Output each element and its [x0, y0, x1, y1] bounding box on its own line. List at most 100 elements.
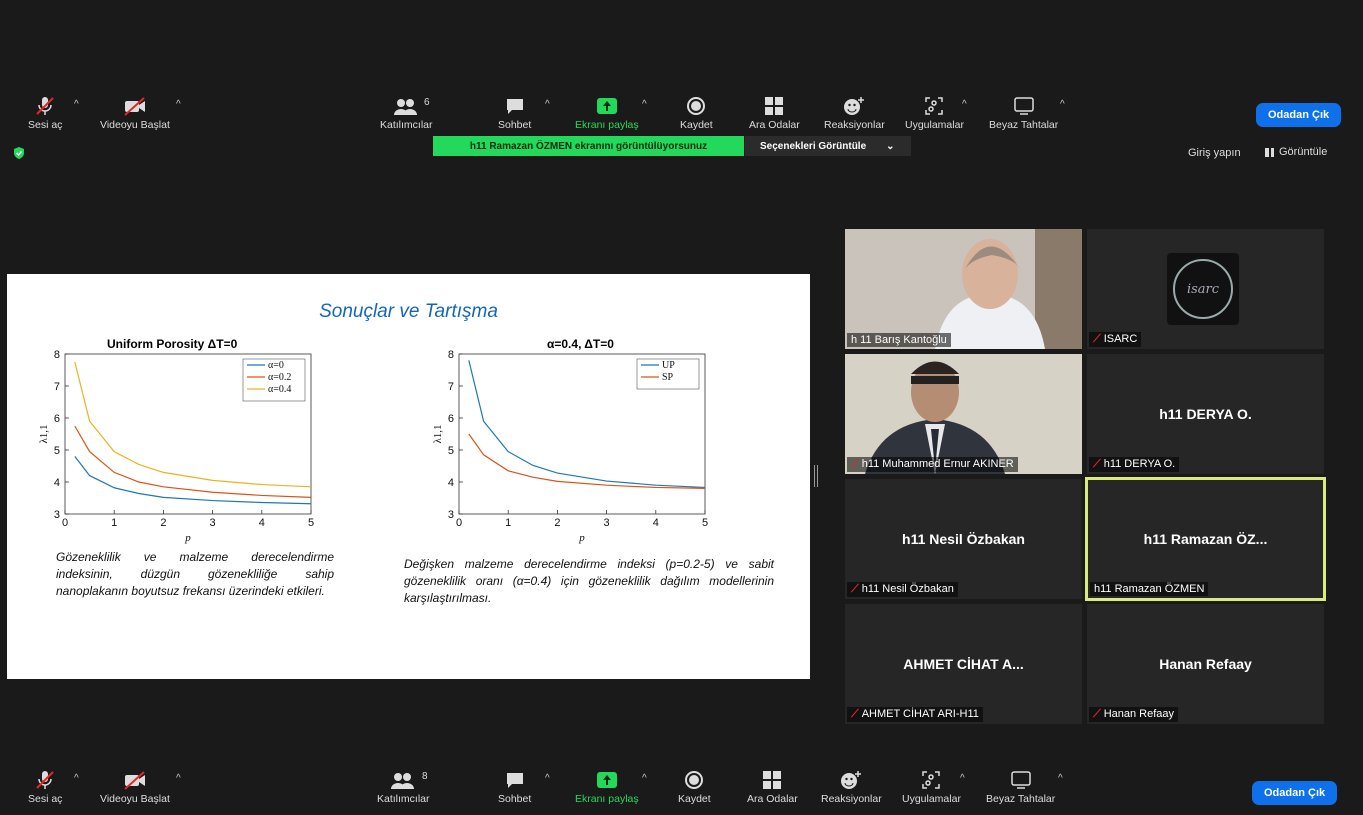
grid-view-icon — [1265, 147, 1274, 157]
apps-button[interactable]: Uygulamalar — [905, 95, 964, 131]
chevron-up-icon[interactable]: ^ — [545, 99, 550, 110]
chevron-up-icon[interactable]: ^ — [74, 773, 79, 784]
reactions-button[interactable]: Reaksiyonlar — [824, 95, 885, 131]
record-button[interactable]: Kaydet — [680, 95, 713, 131]
record-button[interactable]: Kaydet — [678, 769, 711, 805]
participant-name: ⟋ ISARC — [1089, 332, 1142, 347]
view-options-label: Seçenekleri Görüntüle — [760, 140, 867, 152]
apps-label: Uygulamalar — [905, 119, 964, 131]
breakout-rooms-button[interactable]: Ara Odalar — [749, 95, 800, 131]
participant-tile[interactable]: h11 Nesil Özbakan ⟋ h11 Nesil Özbakan — [845, 479, 1082, 599]
unmute-button[interactable]: Sesi aç — [28, 95, 62, 131]
participants-icon — [393, 95, 419, 117]
participant-tile[interactable]: Hanan Refaay ⟋ Hanan Refaay — [1087, 604, 1324, 724]
breakout-rooms-button[interactable]: Ara Odalar — [747, 769, 798, 805]
whiteboard-button[interactable]: Beyaz Tahtalar — [986, 769, 1055, 805]
participant-tile[interactable]: isarc ⟋ ISARC — [1087, 229, 1324, 349]
isarc-logo: isarc — [1167, 253, 1239, 325]
shield-icon[interactable] — [12, 146, 26, 165]
participant-display-name: h11 DERYA O. — [1159, 406, 1252, 422]
resize-handle[interactable] — [814, 465, 818, 487]
participant-display-name: Hanan Refaay — [1159, 656, 1252, 672]
y-tick-label: 3 — [54, 509, 60, 521]
x-tick-label: 5 — [702, 517, 708, 529]
start-video-label: Videoyu Başlat — [100, 119, 170, 131]
reactions-label: Reaksiyonlar — [824, 119, 885, 131]
x-tick-label: 2 — [554, 517, 560, 529]
apps-button[interactable]: Uygulamalar — [902, 769, 961, 805]
caption-left: Gözeneklilik ve malzeme derecelendirme i… — [56, 550, 334, 598]
legend-label: SP — [662, 372, 674, 383]
viewing-share-banner: h11 Ramazan ÖZMEN ekranını görüntülüyors… — [433, 136, 744, 156]
y-tick-label: 7 — [448, 381, 454, 393]
chat-icon — [504, 769, 526, 791]
y-tick-label: 5 — [448, 445, 454, 457]
whiteboard-icon — [1013, 95, 1035, 117]
whiteboard-button[interactable]: Beyaz Tahtalar — [989, 95, 1058, 131]
chat-button[interactable]: Sohbet — [498, 95, 531, 131]
x-tick-label: 4 — [259, 517, 265, 529]
caption-right: Değişken malzeme derecelendirme indeksi … — [404, 557, 774, 605]
chevron-up-icon[interactable]: ^ — [545, 773, 550, 784]
reactions-label: Reaksiyonlar — [821, 793, 882, 805]
participants-label: Katılımcılar — [377, 793, 430, 805]
participant-display-name: h11 Ramazan ÖZ... — [1143, 531, 1268, 547]
chat-label: Sohbet — [498, 119, 532, 131]
participant-tile[interactable]: AHMET CİHAT A... ⟋ AHMET CİHAT ARI-H11 — [845, 604, 1082, 724]
x-tick-label: 1 — [505, 517, 511, 529]
unmute-button[interactable]: Sesi aç — [28, 769, 62, 805]
whiteboard-label: Beyaz Tahtalar — [989, 119, 1059, 131]
participant-tile[interactable]: ⟋ h11 Muhammed Ernur AKINER — [845, 354, 1082, 474]
view-options-dropdown[interactable]: Seçenekleri Görüntüle ⌄ — [745, 136, 911, 156]
start-video-label: Videoyu Başlat — [100, 793, 170, 805]
chevron-up-icon[interactable]: ^ — [176, 99, 181, 110]
chat-button[interactable]: Sohbet — [498, 769, 531, 805]
participant-tile-active-speaker[interactable]: h11 Ramazan ÖZ... h11 Ramazan ÖZMEN — [1085, 477, 1326, 601]
x-tick-label: 4 — [653, 517, 659, 529]
share-screen-button[interactable]: Ekranı paylaş — [575, 769, 639, 805]
y-axis-label: λ1,1 — [432, 424, 444, 443]
reactions-button[interactable]: Reaksiyonlar — [821, 769, 882, 805]
leave-button[interactable]: Odadan Çık — [1256, 103, 1342, 127]
participant-display-name: AHMET CİHAT A... — [903, 656, 1024, 672]
record-icon — [686, 95, 706, 117]
chevron-up-icon[interactable]: ^ — [1060, 99, 1065, 110]
chevron-up-icon[interactable]: ^ — [960, 773, 965, 784]
chevron-up-icon[interactable]: ^ — [1058, 773, 1063, 784]
share-screen-button[interactable]: Ekranı paylaş — [575, 95, 639, 131]
y-tick-label: 6 — [54, 413, 60, 425]
top-toolbar: Sesi aç ^ Videoyu Başlat ^ Katılımcılar … — [0, 95, 1363, 141]
chevron-up-icon[interactable]: ^ — [642, 99, 647, 110]
y-tick-label: 6 — [448, 413, 454, 425]
chevron-down-icon: ⌄ — [886, 140, 895, 152]
participant-tile[interactable]: h 11 Barış Kantoğlu — [845, 229, 1082, 349]
start-video-button[interactable]: Videoyu Başlat — [100, 95, 170, 131]
smiley-plus-icon — [840, 769, 862, 791]
panel-divider — [1349, 136, 1363, 736]
mic-muted-icon: ⟋ — [851, 583, 859, 595]
breakout-rooms-icon — [762, 769, 782, 791]
view-button[interactable]: Görüntüle — [1265, 146, 1327, 158]
chevron-up-icon[interactable]: ^ — [176, 773, 181, 784]
participant-tile[interactable]: h11 DERYA O. ⟋ h11 DERYA O. — [1087, 354, 1324, 474]
breakout-rooms-label: Ara Odalar — [749, 119, 800, 131]
breakout-rooms-label: Ara Odalar — [747, 793, 798, 805]
chevron-up-icon[interactable]: ^ — [962, 99, 967, 110]
camera-off-icon — [122, 95, 148, 117]
chevron-up-icon[interactable]: ^ — [642, 773, 647, 784]
x-tick-label: 2 — [160, 517, 166, 529]
signin-link[interactable]: Giriş yapın — [1188, 147, 1241, 159]
y-tick-label: 8 — [54, 349, 60, 361]
participant-name: ⟋ AHMET CİHAT ARI-H11 — [847, 707, 983, 722]
legend-label: α=0 — [268, 360, 284, 371]
y-tick-label: 8 — [448, 349, 454, 361]
participant-name: ⟋ Hanan Refaay — [1089, 707, 1179, 722]
y-tick-label: 5 — [54, 445, 60, 457]
share-screen-label: Ekranı paylaş — [575, 119, 639, 131]
leave-button[interactable]: Odadan Çık — [1252, 781, 1338, 805]
smiley-plus-icon — [843, 95, 865, 117]
video-feed — [845, 229, 1082, 349]
chevron-up-icon[interactable]: ^ — [74, 99, 79, 110]
mic-muted-icon: ⟋ — [1093, 458, 1101, 470]
start-video-button[interactable]: Videoyu Başlat — [100, 769, 170, 805]
